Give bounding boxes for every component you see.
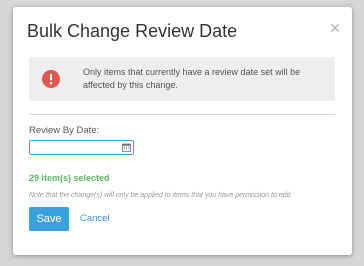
review-by-date-input[interactable] [29,140,134,155]
exclamation-circle-icon [42,70,60,88]
info-alert: Only items that currently have a review … [29,57,335,101]
review-by-date-label: Review By Date: [29,125,100,136]
divider [29,114,335,115]
close-icon[interactable]: ✕ [328,21,342,35]
cancel-link[interactable]: Cancel [80,213,110,224]
alert-message: Only items that currently have a review … [83,67,301,90]
save-button[interactable]: Save [29,207,69,231]
dialog-title: Bulk Change Review Date [27,21,238,41]
calendar-icon[interactable] [122,143,131,152]
selected-items-count: 29 item(s) selected [29,173,110,183]
bulk-change-review-date-dialog: Bulk Change Review Date ✕ Only items tha… [13,7,352,255]
permission-note: Note that the change(s) will only be app… [29,192,293,199]
